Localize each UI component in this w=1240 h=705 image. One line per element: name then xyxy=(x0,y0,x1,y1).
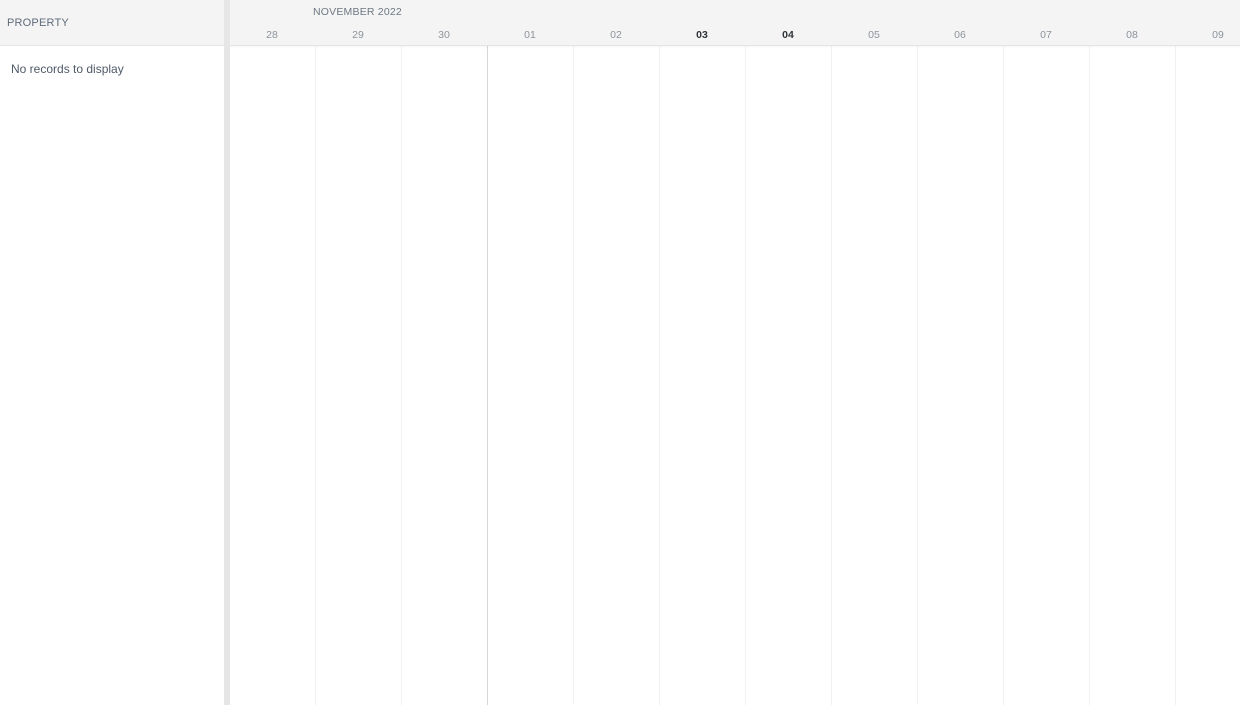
day-grid-line xyxy=(1175,46,1176,705)
day-header: 29 xyxy=(352,29,364,41)
day-grid-line xyxy=(745,46,746,705)
property-column-header[interactable]: PROPERTY xyxy=(0,0,224,46)
day-header: 06 xyxy=(954,29,966,41)
timeline-header: NOVEMBER 2022 28 29 30 01 02 03 04 05 06 07 08 09 xyxy=(230,0,1240,46)
day-grid-line xyxy=(831,46,832,705)
empty-records-message: No records to display xyxy=(11,62,124,76)
day-header: 01 xyxy=(524,29,536,41)
day-grid-line xyxy=(315,46,316,705)
property-header-label: PROPERTY xyxy=(7,17,69,29)
day-grid-line xyxy=(401,46,402,705)
day-grid-line xyxy=(573,46,574,705)
timeline-panel: NOVEMBER 2022 28 29 30 01 02 03 04 05 06 07 08 09 xyxy=(230,0,1240,705)
day-header: 09 xyxy=(1212,29,1224,41)
day-grid-line xyxy=(659,46,660,705)
day-header: 04 xyxy=(782,29,794,41)
day-grid-line xyxy=(1089,46,1090,705)
day-grid-line xyxy=(917,46,918,705)
day-grid-line xyxy=(1003,46,1004,705)
day-header: 05 xyxy=(868,29,880,41)
day-header: 28 xyxy=(266,29,278,41)
timeline-grid[interactable] xyxy=(230,46,1240,705)
day-header: 08 xyxy=(1126,29,1138,41)
today-marker-line xyxy=(487,46,488,705)
property-panel: PROPERTY No records to display xyxy=(0,0,224,705)
day-header: 07 xyxy=(1040,29,1052,41)
day-header: 03 xyxy=(696,29,708,41)
day-header: 30 xyxy=(438,29,450,41)
day-header: 02 xyxy=(610,29,622,41)
scheduler-view: PROPERTY No records to display NOVEMBER … xyxy=(0,0,1240,705)
day-headers-row: 28 29 30 01 02 03 04 05 06 07 08 09 xyxy=(230,0,1240,46)
